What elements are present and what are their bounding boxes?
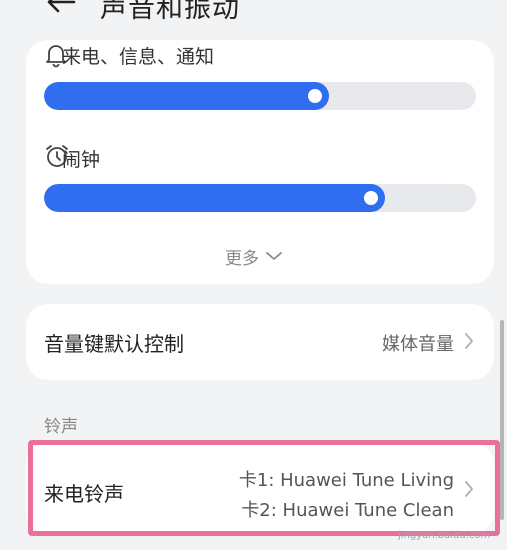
sim2-ringtone: 卡2: Huawei Tune Clean: [241, 500, 454, 521]
ring-volume-thumb[interactable]: [308, 89, 322, 103]
incoming-ringtone-label: 来电铃声: [44, 482, 124, 506]
chevron-down-icon: [265, 247, 283, 267]
ringtone-section-title: 铃声: [44, 417, 78, 437]
chevron-right-icon: [464, 480, 474, 502]
volume-key-label: 音量键默认控制: [44, 332, 184, 356]
chevron-right-icon: [464, 332, 474, 354]
page-title: 声音和振动: [100, 0, 240, 24]
alarm-volume-slider[interactable]: [44, 184, 476, 212]
ring-volume-slider[interactable]: [44, 82, 476, 110]
incoming-ringtone-row[interactable]: 来电铃声 卡1: Huawei Tune Living 卡2: Huawei T…: [26, 442, 494, 534]
back-arrow-icon[interactable]: [46, 0, 76, 18]
alarm-volume-label: 闹钟: [62, 149, 101, 171]
volume-key-value: 媒体音量: [382, 334, 454, 355]
scrollbar[interactable]: [500, 320, 504, 520]
alarm-volume-fill: [44, 184, 385, 212]
more-button[interactable]: 更多: [225, 244, 283, 269]
ring-volume-label: 来电、信息、通知: [62, 46, 215, 68]
alarm-volume-thumb[interactable]: [364, 191, 378, 205]
more-label: 更多: [225, 249, 259, 269]
ring-volume-fill: [44, 82, 329, 110]
watermark: jingyan.baidu.com: [398, 530, 491, 541]
sim1-ringtone: 卡1: Huawei Tune Living: [238, 470, 454, 491]
volume-key-setting-row[interactable]: 音量键默认控制 媒体音量: [26, 304, 494, 380]
app-header: 声音和振动: [0, 0, 507, 26]
